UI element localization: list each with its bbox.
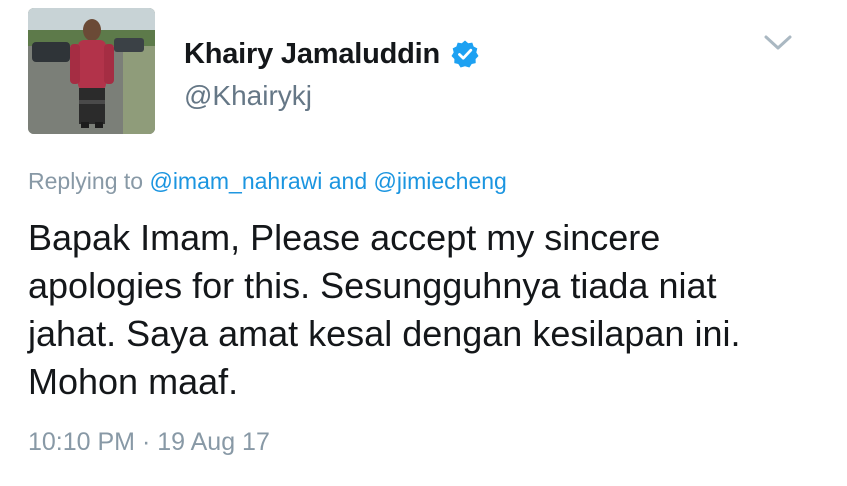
replying-to: Replying to @imam_nahrawi and @jimiechen… <box>28 168 507 195</box>
chevron-down-icon[interactable] <box>762 30 794 54</box>
timestamp-separator: · <box>141 428 151 456</box>
tweet-text: Bapak Imam, Please accept my sincere apo… <box>28 214 818 406</box>
tweet-text-line: Mohon maaf. <box>28 361 239 402</box>
profile-photo <box>28 8 155 134</box>
tweet-text-line: apologies for this. Sesungguhnya tiada n… <box>28 265 717 306</box>
author-name-row[interactable]: Khairy Jamaluddin <box>184 34 480 74</box>
user-handle[interactable]: @Khairykj <box>184 80 312 112</box>
tweet-date[interactable]: 19 Aug 17 <box>157 428 270 456</box>
mention-link-imam-nahrawi[interactable]: @imam_nahrawi <box>149 168 322 194</box>
mention-link-jimiecheng[interactable]: @jimiecheng <box>374 168 507 194</box>
tweet-timestamp[interactable]: 10:10 PM · 19 Aug 17 <box>28 428 270 457</box>
tweet-text-line: Bapak Imam, Please accept my sincere <box>28 217 661 258</box>
avatar[interactable] <box>28 8 155 134</box>
reply-conjunction[interactable]: and <box>329 168 367 194</box>
verified-badge-icon <box>450 39 480 69</box>
tweet-time[interactable]: 10:10 PM <box>28 428 135 456</box>
replying-prefix: Replying to <box>28 168 144 194</box>
tweet-card: Khairy Jamaluddin @Khairykj Replying to … <box>0 0 847 486</box>
tweet-text-line: jahat. Saya amat kesal dengan kesilapan … <box>28 313 741 354</box>
display-name[interactable]: Khairy Jamaluddin <box>184 38 440 71</box>
